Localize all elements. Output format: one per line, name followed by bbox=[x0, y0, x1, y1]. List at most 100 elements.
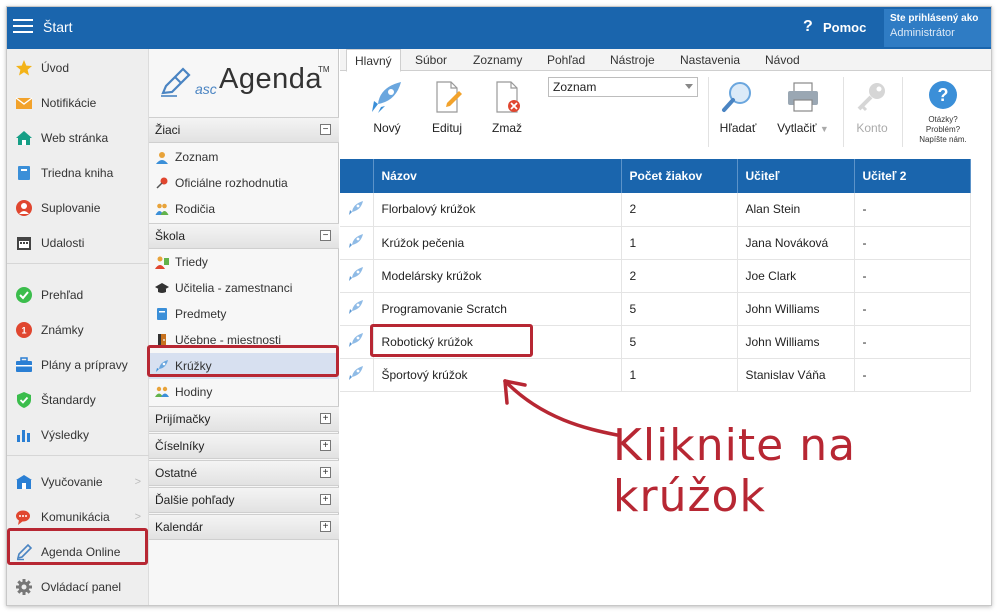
sidebar-item-web[interactable]: Web stránka bbox=[7, 121, 149, 155]
section-title: Číselníky bbox=[155, 439, 205, 453]
sidebar-item-prehlad[interactable]: Prehľad bbox=[7, 278, 149, 312]
column-header-pocet[interactable]: Počet žiakov bbox=[621, 159, 738, 193]
user-info[interactable]: Ste prihlásený ako Administrátor bbox=[884, 9, 991, 47]
search-button[interactable]: Hľadať bbox=[714, 79, 762, 135]
sidebar-item-plany[interactable]: Plány a prípravy bbox=[7, 348, 149, 382]
tab-navod[interactable]: Návod bbox=[765, 53, 800, 67]
new-button[interactable]: Nový bbox=[362, 79, 412, 135]
expand-icon[interactable]: + bbox=[320, 440, 331, 451]
sidebar-divider bbox=[7, 455, 149, 456]
sidebar-item-vyucovanie[interactable]: Vyučovanie > bbox=[7, 465, 149, 499]
table-row[interactable]: Modelársky krúžok 2 Joe Clark - bbox=[340, 259, 971, 293]
menu-item-label: Zoznam bbox=[175, 150, 219, 164]
chevron-right-icon: > bbox=[134, 511, 141, 523]
section-title: Ostatné bbox=[155, 466, 198, 480]
section-title: Žiaci bbox=[155, 123, 181, 137]
section-kalendar[interactable]: Kalendár + bbox=[149, 514, 339, 540]
expand-icon[interactable]: + bbox=[320, 494, 331, 505]
edit-button[interactable]: Edituj bbox=[422, 79, 472, 135]
section-dalsie-pohlady[interactable]: Ďalšie pohľady + bbox=[149, 487, 339, 513]
sidebar-item-triedna[interactable]: Triedna kniha bbox=[7, 156, 149, 190]
row-rocket-icon[interactable] bbox=[340, 325, 374, 359]
menu-item-label: Predmety bbox=[175, 307, 227, 321]
section-prijimacky[interactable]: Prijímačky + bbox=[149, 406, 339, 432]
ribbon-divider bbox=[708, 77, 709, 147]
collapse-icon[interactable]: − bbox=[320, 124, 331, 135]
collapse-icon[interactable]: − bbox=[320, 230, 331, 241]
row-rocket-icon[interactable] bbox=[340, 259, 374, 293]
expand-icon[interactable]: + bbox=[320, 467, 331, 478]
subject-book-icon bbox=[155, 307, 169, 321]
menu-item-oficialne-rozhodnutia[interactable]: Oficiálne rozhodnutia bbox=[149, 170, 339, 196]
sidebar-item-vysledky[interactable]: Výsledky bbox=[7, 418, 149, 452]
sidebar-item-standardy[interactable]: Štandardy bbox=[7, 383, 149, 417]
logo-asc: asc bbox=[195, 81, 217, 97]
class-icon bbox=[155, 255, 169, 269]
help-q-line: Napíšte nám. bbox=[919, 135, 967, 144]
section-title: Kalendár bbox=[155, 520, 204, 534]
menu-item-triedy[interactable]: Triedy bbox=[149, 249, 339, 275]
help-icon[interactable]: ? bbox=[803, 18, 813, 36]
view-select[interactable]: Zoznam bbox=[548, 77, 698, 97]
cell-ucitel: John Williams bbox=[737, 292, 855, 326]
cell-ucitel: Stanislav Váňa bbox=[737, 358, 855, 392]
sidebar-item-label: Suplovanie bbox=[41, 201, 101, 215]
menu-item-rodicia[interactable]: Rodičia bbox=[149, 196, 339, 222]
sidebar-item-label: Ovládací panel bbox=[41, 580, 122, 594]
sidebar-item-notifikacie[interactable]: Notifikácie bbox=[7, 86, 149, 120]
tab-nastavenia[interactable]: Nastavenia bbox=[680, 53, 740, 67]
tab-pohlad[interactable]: Pohľad bbox=[547, 53, 585, 67]
section-ostatne[interactable]: Ostatné + bbox=[149, 460, 339, 486]
sidebar-item-label: Výsledky bbox=[41, 428, 90, 442]
table-row[interactable]: Programovanie Scratch 5 John Williams - bbox=[340, 292, 971, 326]
help-link[interactable]: Pomoc bbox=[823, 20, 866, 35]
table-row[interactable]: Športový krúžok 1 Stanislav Váňa - bbox=[340, 358, 971, 392]
expand-icon[interactable]: + bbox=[320, 413, 331, 424]
module-panel: asc Agenda TM Žiaci − Zoznam Oficiálne r… bbox=[149, 49, 339, 605]
sidebar-item-uvod[interactable]: Úvod bbox=[7, 51, 149, 85]
column-header-nazov[interactable]: Názov bbox=[373, 159, 622, 193]
cell-pocet: 2 bbox=[621, 193, 738, 227]
sidebar-item-znamky[interactable]: 1 Známky bbox=[7, 313, 149, 347]
print-button[interactable]: Vytlačiť ▼ bbox=[772, 79, 834, 135]
sidebar-item-udalosti[interactable]: Udalosti bbox=[7, 226, 149, 260]
row-rocket-icon[interactable] bbox=[340, 193, 374, 227]
row-rocket-icon[interactable] bbox=[340, 292, 374, 326]
house-icon bbox=[15, 129, 33, 147]
menu-item-label: Rodičia bbox=[175, 202, 216, 216]
bar-chart-icon bbox=[15, 426, 33, 444]
tab-nastroje[interactable]: Nástroje bbox=[610, 53, 655, 67]
contact-support-button[interactable]: ? Otázky? Problém? Napíšte nám. bbox=[906, 79, 980, 145]
column-header-ucitel2[interactable]: Učiteľ 2 bbox=[854, 159, 971, 193]
table-header: Názov Počet žiakov Učiteľ Učiteľ 2 bbox=[340, 159, 971, 193]
expand-icon[interactable]: + bbox=[320, 521, 331, 532]
menu-item-hodiny[interactable]: Hodiny bbox=[149, 379, 339, 405]
menu-item-predmety[interactable]: Predmety bbox=[149, 301, 339, 327]
section-ziaci[interactable]: Žiaci − bbox=[149, 117, 339, 143]
tab-subor[interactable]: Súbor bbox=[415, 53, 447, 67]
start-label[interactable]: Štart bbox=[43, 19, 73, 35]
row-rocket-icon[interactable] bbox=[340, 358, 374, 392]
table-row[interactable]: Krúžok pečenia 1 Jana Nováková - bbox=[340, 226, 971, 260]
column-header-ucitel[interactable]: Učiteľ bbox=[737, 159, 855, 193]
menu-item-zoznam[interactable]: Zoznam bbox=[149, 144, 339, 170]
section-ciselniky[interactable]: Číselníky + bbox=[149, 433, 339, 459]
help-q-line: Problém? bbox=[925, 125, 961, 134]
tab-hlavny[interactable]: Hlavný bbox=[346, 49, 401, 72]
menu-item-ucitelia[interactable]: Učitelia - zamestnanci bbox=[149, 275, 339, 301]
sidebar-item-ovladaci-panel[interactable]: Ovládací panel bbox=[7, 570, 149, 604]
menu-icon[interactable] bbox=[13, 19, 33, 35]
tab-zoznamy[interactable]: Zoznamy bbox=[473, 53, 522, 67]
sidebar-item-label: Prehľad bbox=[41, 288, 84, 302]
delete-button[interactable]: Zmaž bbox=[482, 79, 532, 135]
table-row[interactable]: Florbalový krúžok 2 Alan Stein - bbox=[340, 193, 971, 227]
cell-ucitel2: - bbox=[854, 193, 971, 227]
main-sidebar: Úvod Notifikácie Web stránka Triedna kni… bbox=[7, 49, 149, 605]
sidebar-item-label: Notifikácie bbox=[41, 96, 97, 110]
row-rocket-icon[interactable] bbox=[340, 226, 374, 260]
section-skola[interactable]: Škola − bbox=[149, 223, 339, 249]
top-bar: Štart ? Pomoc Ste prihlásený ako Adminis… bbox=[7, 7, 991, 49]
cell-nazov: Programovanie Scratch bbox=[373, 292, 622, 326]
account-button[interactable]: Konto bbox=[848, 79, 896, 135]
sidebar-item-suplovanie[interactable]: Suplovanie bbox=[7, 191, 149, 225]
